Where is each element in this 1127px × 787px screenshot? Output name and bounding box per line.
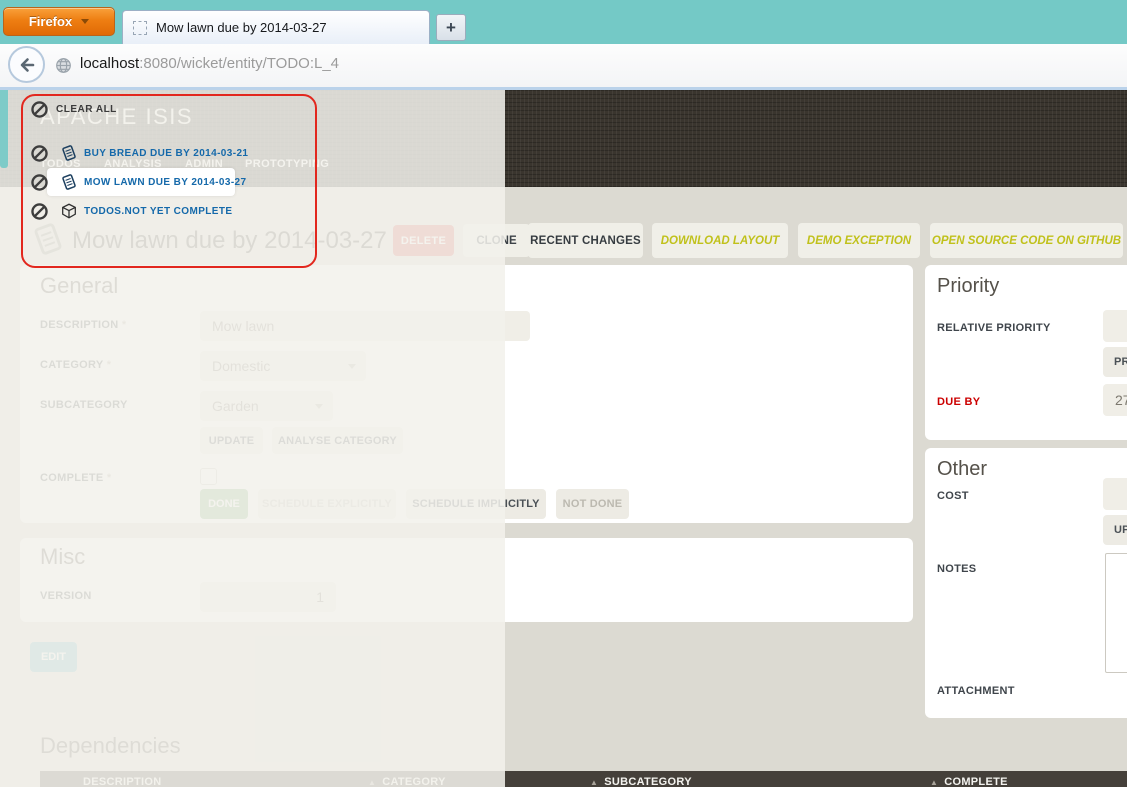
notes-label: NOTES <box>937 563 977 575</box>
url-text[interactable]: localhost:8080/wicket/entity/TODO:L_4 <box>80 55 339 72</box>
attachment-label: ATTACHMENT <box>937 685 1015 697</box>
previous-button[interactable]: PREVIOUS <box>1103 347 1127 377</box>
screenshot-root: Firefox Mow lawn due by 2014-03-27 + loc… <box>0 0 1127 787</box>
update-cost-button[interactable]: UPDATE COST <box>1103 515 1127 545</box>
remove-bookmark-icon[interactable] <box>30 144 49 163</box>
relative-priority-field[interactable] <box>1103 310 1127 342</box>
firefox-menu-label: Firefox <box>28 14 73 29</box>
priority-heading: Priority <box>937 275 1000 297</box>
demo-exception-button[interactable]: DEMO EXCEPTION <box>798 223 920 258</box>
dropdown-caret-icon <box>81 19 90 24</box>
sort-arrow-icon: ▲ <box>930 777 939 787</box>
chrome-edge-sliver <box>0 90 8 168</box>
sort-arrow-icon: ▲ <box>590 777 599 787</box>
bookmark-link-not-yet-complete[interactable]: TODOS.NOT YET COMPLETE <box>84 206 232 217</box>
notes-textarea[interactable] <box>1105 553 1127 673</box>
bookmark-row: MOW LAWN DUE BY 2014-03-27 <box>0 171 246 193</box>
bookmark-row: BUY BREAD DUE BY 2014-03-21 <box>0 142 248 164</box>
clear-all-row[interactable]: CLEAR ALL <box>0 98 117 120</box>
cost-label: COST <box>937 490 969 502</box>
bookmark-link-buy-bread[interactable]: BUY BREAD DUE BY 2014-03-21 <box>84 148 248 159</box>
url-host: localhost <box>80 55 140 72</box>
cost-field[interactable] <box>1103 478 1127 510</box>
back-button[interactable] <box>8 46 45 83</box>
todo-item-icon <box>60 173 78 191</box>
recent-changes-button[interactable]: RECENT CHANGES <box>528 223 643 258</box>
priority-section: Priority RELATIVE PRIORITY PREVIOUS DUE … <box>925 265 1127 440</box>
todo-item-icon <box>60 144 78 162</box>
other-section: Other COST UPDATE COST NOTES ATTACHMENT <box>925 448 1127 718</box>
browser-tab[interactable]: Mow lawn due by 2014-03-27 <box>122 10 430 44</box>
due-by-label: DUE BY <box>937 396 981 408</box>
download-layout-button[interactable]: DOWNLOAD LAYOUT <box>652 223 788 258</box>
url-bar: localhost:8080/wicket/entity/TODO:L_4 <box>0 44 1127 90</box>
relative-priority-label: RELATIVE PRIORITY <box>937 322 1051 334</box>
new-tab-button[interactable]: + <box>436 14 466 41</box>
open-source-button[interactable]: OPEN SOURCE CODE ON GITHUB <box>930 223 1123 258</box>
not-done-button[interactable]: NOT DONE <box>556 489 629 519</box>
object-cube-icon <box>60 202 78 220</box>
column-header-subcategory[interactable]: ▲ SUBCATEGORY <box>590 776 692 787</box>
clear-all-label: CLEAR ALL <box>56 103 117 115</box>
bookmarks-panel: CLEAR ALL BUY BREAD DUE BY 2014-03-21 MO… <box>0 90 505 330</box>
remove-bookmark-icon[interactable] <box>30 202 49 221</box>
bookmark-link-mow-lawn[interactable]: MOW LAWN DUE BY 2014-03-27 <box>84 177 246 188</box>
remove-bookmark-icon[interactable] <box>30 173 49 192</box>
browser-chrome: Firefox Mow lawn due by 2014-03-27 + loc… <box>0 0 1127 90</box>
due-by-field[interactable]: 27-03-2014 <box>1103 384 1127 416</box>
column-header-complete[interactable]: ▲ COMPLETE <box>930 776 1008 787</box>
bookmark-row: TODOS.NOT YET COMPLETE <box>0 200 232 222</box>
page-favicon-icon <box>133 20 147 35</box>
firefox-menu-button[interactable]: Firefox <box>3 7 115 36</box>
clear-all-icon <box>30 100 49 119</box>
tab-title: Mow lawn due by 2014-03-27 <box>156 20 327 35</box>
other-heading: Other <box>937 458 988 480</box>
globe-icon <box>55 57 72 74</box>
back-arrow-icon <box>20 57 34 72</box>
url-path: :8080/wicket/entity/TODO:L_4 <box>139 55 340 72</box>
